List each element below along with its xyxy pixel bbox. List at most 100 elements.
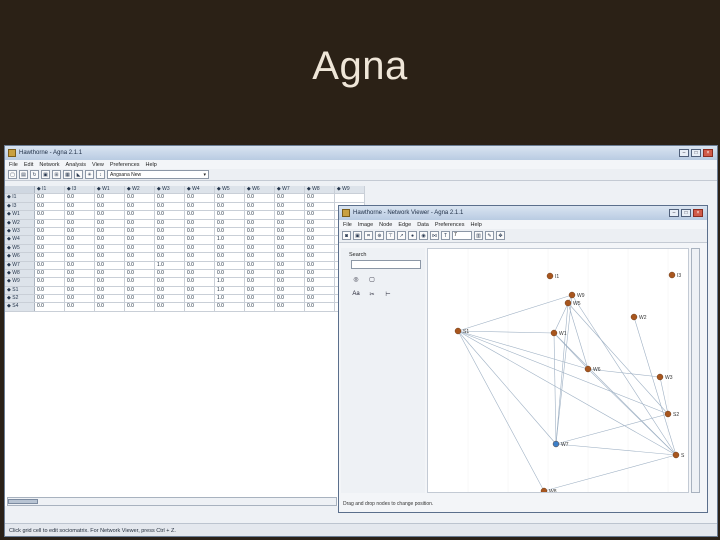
grid-row-header[interactable]: ◆ W5 xyxy=(5,244,35,253)
grid-row-header[interactable]: ◆ W3 xyxy=(5,227,35,236)
grid-row-header[interactable]: ◆ I1 xyxy=(5,194,35,202)
network-node[interactable] xyxy=(546,272,554,280)
grid-cell[interactable]: 0.0 xyxy=(185,295,215,303)
menu-help[interactable]: Help xyxy=(146,162,157,168)
grid-cell[interactable]: 0.0 xyxy=(155,244,185,253)
grid-cell[interactable]: 0.0 xyxy=(185,202,215,211)
binoculars-icon[interactable]: ◎ xyxy=(351,274,361,284)
grid-cell[interactable]: 0.0 xyxy=(125,269,155,278)
grid-row-header[interactable]: ◆ W4 xyxy=(5,236,35,244)
grid-cell[interactable]: 0.0 xyxy=(65,211,95,219)
text-size-icon[interactable]: Aa xyxy=(351,289,361,299)
nv-vertical-scrollbar[interactable] xyxy=(691,248,700,493)
grid-cell[interactable]: 0.0 xyxy=(125,303,155,311)
grid-cell[interactable]: 0.0 xyxy=(275,278,305,286)
grid-cell[interactable]: 0.0 xyxy=(95,236,125,244)
grid-cell[interactable]: 0.0 xyxy=(185,303,215,311)
grid-cell[interactable]: 0.0 xyxy=(185,269,215,278)
grid-column-header[interactable]: ◆ W1 xyxy=(94,186,125,194)
grid-cell[interactable]: 0.0 xyxy=(215,253,245,261)
grid-row-header[interactable]: ◆ W6 xyxy=(5,253,35,261)
grid-cell[interactable]: 0.0 xyxy=(275,194,305,202)
grid-cell[interactable]: 0.0 xyxy=(65,303,95,311)
grid-cell[interactable]: 0.0 xyxy=(155,278,185,286)
maximize-button[interactable]: □ xyxy=(691,149,701,157)
grid-cell[interactable]: 0.0 xyxy=(215,194,245,202)
grid-cell[interactable]: 0.0 xyxy=(65,244,95,253)
grid-cell[interactable]: 0.0 xyxy=(155,227,185,236)
grid-cell[interactable]: 1.0 xyxy=(215,236,245,244)
grid-cell[interactable]: 0.0 xyxy=(275,227,305,236)
grid-cell[interactable]: 0.0 xyxy=(305,219,335,227)
network-edge[interactable] xyxy=(457,330,669,415)
grid-cell[interactable]: 0.0 xyxy=(155,202,185,211)
grid-cell[interactable]: 0.0 xyxy=(95,211,125,219)
open-folder-icon[interactable]: ▤ xyxy=(19,170,28,179)
network-node[interactable] xyxy=(564,299,572,307)
network-node[interactable] xyxy=(668,271,676,279)
grid-cell[interactable]: 0.0 xyxy=(185,236,215,244)
new-file-icon[interactable]: ▢ xyxy=(8,170,17,179)
grid-cell[interactable]: 0.0 xyxy=(275,261,305,269)
grid-cell[interactable]: 0.0 xyxy=(125,227,155,236)
network-edge[interactable] xyxy=(457,330,557,445)
grid-cell[interactable]: 0.0 xyxy=(125,202,155,211)
grid-cell[interactable]: 0.0 xyxy=(215,202,245,211)
grid-cell[interactable]: 0.0 xyxy=(305,303,335,311)
arrow-icon[interactable]: ↗ xyxy=(397,231,406,240)
grid-cell[interactable]: 0.0 xyxy=(245,227,275,236)
grid-cell[interactable]: 0.0 xyxy=(215,261,245,269)
grid-cell[interactable]: 0.0 xyxy=(65,194,95,202)
grid-cell[interactable]: 0.0 xyxy=(215,303,245,311)
grid-cell[interactable]: 0.0 xyxy=(155,303,185,311)
grid-cell[interactable]: 0.0 xyxy=(185,286,215,295)
grid-cell[interactable]: 0.0 xyxy=(155,194,185,202)
network-edge[interactable] xyxy=(555,294,573,445)
grid-cell[interactable]: 0.0 xyxy=(155,211,185,219)
grid-cell[interactable]: 0.0 xyxy=(275,253,305,261)
grid-cell[interactable]: 1.0 xyxy=(215,295,245,303)
grid-cell[interactable]: 0.0 xyxy=(95,261,125,269)
grid-cell[interactable]: 0.0 xyxy=(275,202,305,211)
grid-row-header[interactable]: ◆ S4 xyxy=(5,303,35,311)
tool-icon[interactable]: ✂ xyxy=(367,289,377,299)
grid-cell[interactable]: 0.0 xyxy=(185,244,215,253)
grid-cell[interactable]: 0.0 xyxy=(65,278,95,286)
grid-cell[interactable]: 0.0 xyxy=(35,211,65,219)
grid-column-header[interactable]: ◆ W8 xyxy=(304,186,335,194)
grid-cell[interactable]: 0.0 xyxy=(35,202,65,211)
shape-icon[interactable]: ⋈ xyxy=(430,231,439,240)
grid-cell[interactable]: 0.0 xyxy=(35,278,65,286)
menu-network[interactable]: Network xyxy=(39,162,59,168)
grid-cell[interactable]: 0.0 xyxy=(305,194,335,202)
grid-cell[interactable]: 0.0 xyxy=(65,253,95,261)
network-node[interactable] xyxy=(584,365,592,373)
network-node[interactable] xyxy=(550,329,558,337)
font-select[interactable]: Angsana New ▾ xyxy=(107,170,209,179)
grid-cell[interactable]: 0.0 xyxy=(65,269,95,278)
grid-cell[interactable]: 0.0 xyxy=(65,295,95,303)
chart-icon[interactable]: ◣ xyxy=(74,170,83,179)
nv-menu-image[interactable]: Image xyxy=(358,222,373,228)
network-node[interactable] xyxy=(540,487,548,493)
nv-menu-help[interactable]: Help xyxy=(470,222,481,228)
grid-cell[interactable]: 0.0 xyxy=(155,295,185,303)
grid-row-header[interactable]: ◆ W9 xyxy=(5,278,35,286)
grid-column-header[interactable]: ◆ W6 xyxy=(244,186,275,194)
grid-row-header[interactable]: ◆ S1 xyxy=(5,286,35,295)
grid-cell[interactable]: 0.0 xyxy=(245,244,275,253)
grid-cell[interactable]: 0.0 xyxy=(185,261,215,269)
grid-cell[interactable]: 0.0 xyxy=(275,211,305,219)
grid-cell[interactable]: 0.0 xyxy=(125,278,155,286)
nv-menu-edge[interactable]: Edge xyxy=(398,222,411,228)
grid-column-header[interactable]: ◆ I1 xyxy=(34,186,65,194)
layout-icon[interactable]: ⊤ xyxy=(386,231,395,240)
grid-cell[interactable]: 0.0 xyxy=(215,227,245,236)
network-node[interactable] xyxy=(552,440,560,448)
grid-cell[interactable]: 0.0 xyxy=(125,244,155,253)
nv-close-button[interactable]: × xyxy=(693,209,703,217)
grid-cell[interactable]: 0.0 xyxy=(305,211,335,219)
network-node[interactable] xyxy=(656,373,664,381)
table-icon[interactable]: ▦ xyxy=(63,170,72,179)
camera-icon[interactable]: ◙ xyxy=(342,231,351,240)
